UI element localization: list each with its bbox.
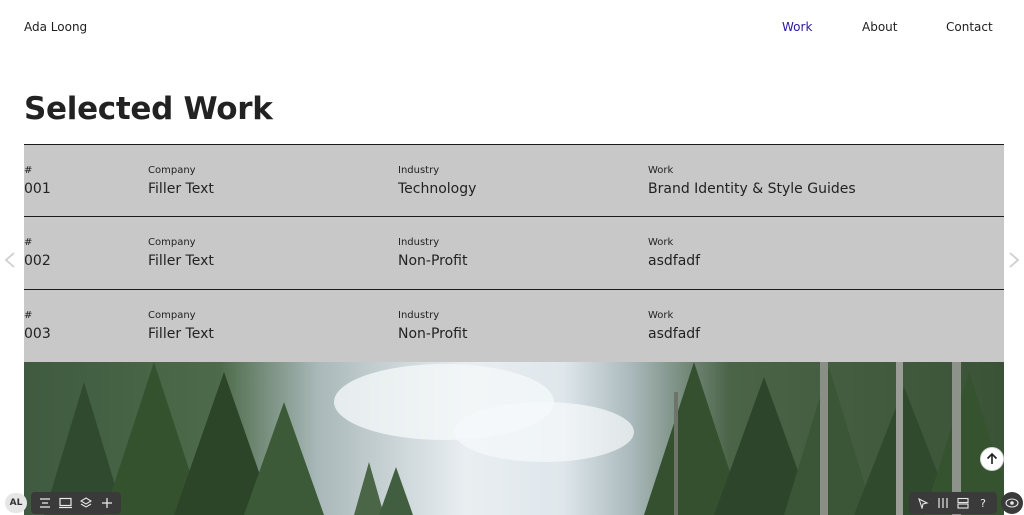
forest-hero-image — [24, 362, 1004, 515]
company-label: Company — [148, 165, 196, 176]
work-table: # 001 Company Filler Text Industry Techn… — [24, 144, 1004, 362]
table-row[interactable]: # 001 Company Filler Text Industry Techn… — [24, 144, 1004, 216]
plus-icon[interactable] — [99, 495, 115, 511]
industry-value: Technology — [398, 181, 477, 197]
nav-item-about[interactable]: About — [862, 20, 897, 34]
company-label: Company — [148, 237, 196, 248]
industry-label: Industry — [398, 310, 440, 321]
scroll-to-top-button[interactable] — [980, 447, 1004, 471]
forest-illustration — [44, 362, 1004, 515]
work-label: Work — [648, 165, 674, 176]
desktop-icon[interactable] — [58, 495, 74, 511]
industry-label: Industry — [398, 237, 440, 248]
text-icon[interactable] — [37, 495, 53, 511]
number-cell: # 001 — [24, 165, 51, 199]
number-cell: # 002 — [24, 237, 51, 271]
carousel-next-button[interactable] — [1008, 250, 1020, 274]
nav-item-contact[interactable]: Contact — [946, 20, 993, 34]
help-icon[interactable]: ? — [975, 495, 991, 511]
number-label: # — [24, 165, 33, 176]
number-value: 002 — [24, 253, 51, 269]
number-label: # — [24, 310, 33, 321]
work-value: asdfadf — [648, 253, 701, 269]
select-icon[interactable] — [915, 495, 931, 511]
number-cell: # 003 — [24, 310, 51, 344]
company-cell: Company Filler Text — [148, 310, 214, 344]
page-title: Selected Work — [24, 91, 273, 127]
preview-button[interactable] — [1001, 492, 1023, 514]
chevron-right-icon — [1009, 252, 1020, 268]
carousel-prev-button[interactable] — [4, 250, 16, 274]
work-label: Work — [648, 237, 674, 248]
editor-toolbar-left — [31, 492, 121, 514]
industry-cell: Industry Non-Profit — [398, 237, 467, 271]
nav-item-work[interactable]: Work — [782, 20, 812, 34]
columns-icon[interactable] — [935, 495, 951, 511]
work-label: Work — [648, 310, 674, 321]
number-value: 001 — [24, 181, 51, 197]
main-nav: Work About Contact — [0, 20, 1024, 36]
company-cell: Company Filler Text — [148, 237, 214, 271]
industry-label: Industry — [398, 165, 440, 176]
chevron-left-icon — [4, 252, 15, 268]
company-cell: Company Filler Text — [148, 165, 214, 199]
company-label: Company — [148, 310, 196, 321]
industry-cell: Industry Non-Profit — [398, 310, 467, 344]
number-label: # — [24, 237, 33, 248]
rows-icon[interactable] — [955, 495, 971, 511]
layers-icon[interactable] — [78, 495, 94, 511]
company-value: Filler Text — [148, 181, 214, 197]
eye-icon — [1005, 498, 1019, 508]
work-value: asdfadf — [648, 326, 701, 342]
table-row[interactable]: # 003 Company Filler Text Industry Non-P… — [24, 289, 1004, 362]
avatar[interactable]: AL — [5, 493, 27, 513]
work-cell: Work asdfadf — [648, 237, 700, 271]
company-value: Filler Text — [148, 326, 214, 342]
number-value: 003 — [24, 326, 51, 342]
industry-value: Non-Profit — [398, 253, 468, 269]
company-value: Filler Text — [148, 253, 214, 269]
work-cell: Work asdfadf — [648, 310, 700, 344]
work-cell: Work Brand Identity & Style Guides — [648, 165, 856, 199]
industry-value: Non-Profit — [398, 326, 468, 342]
work-value: Brand Identity & Style Guides — [648, 181, 856, 197]
editor-toolbar-right: ? — [909, 492, 997, 514]
table-row[interactable]: # 002 Company Filler Text Industry Non-P… — [24, 216, 1004, 289]
industry-cell: Industry Technology — [398, 165, 476, 199]
arrow-up-icon — [986, 452, 998, 464]
